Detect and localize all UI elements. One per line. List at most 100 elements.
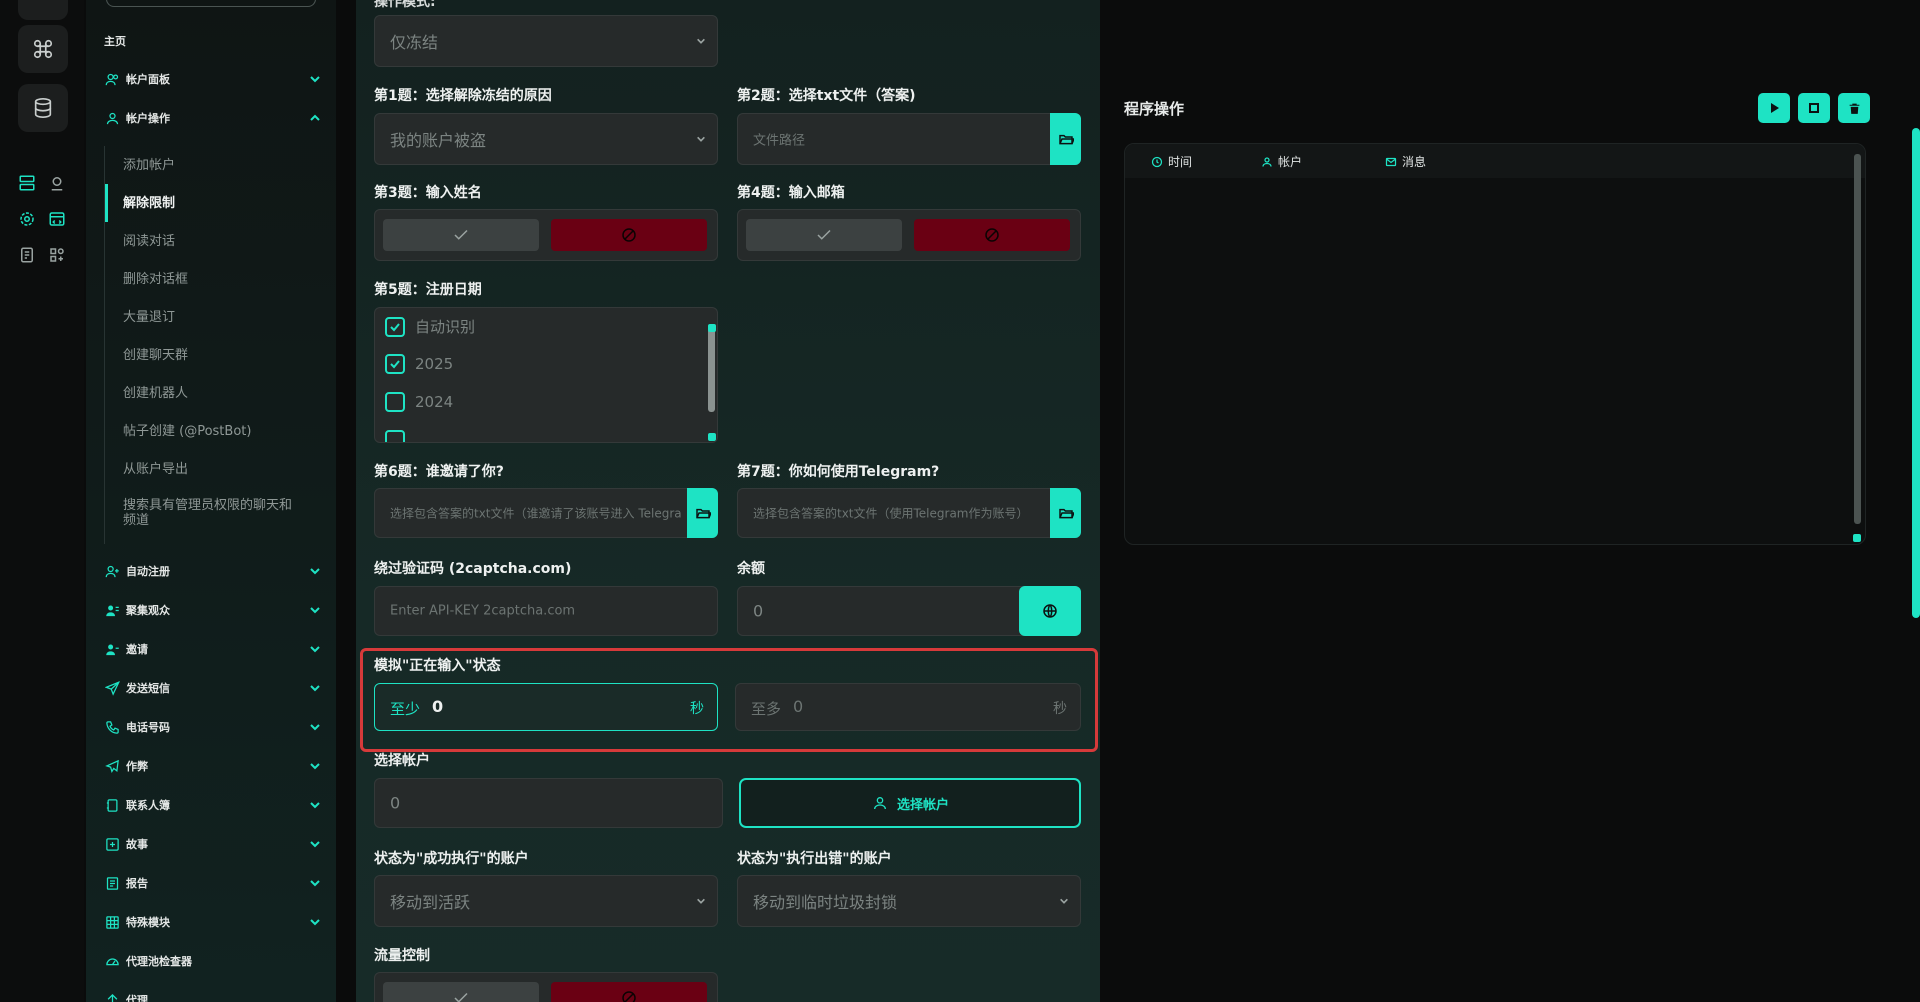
folder-open-icon[interactable] xyxy=(1050,113,1081,165)
sidebar-item-delete-dialogs[interactable]: 删除对话框 xyxy=(123,272,303,287)
select-accounts-button[interactable]: 选择帐户 xyxy=(739,778,1081,828)
q6-file-field[interactable]: 选择包含答案的txt文件（谁邀请了该账号进入 Telegram） xyxy=(374,488,718,538)
trash-icon[interactable] xyxy=(1838,93,1870,123)
q4-enable-button[interactable] xyxy=(746,219,902,251)
server-icon[interactable] xyxy=(16,172,38,194)
q5-option-2025[interactable]: 2025 xyxy=(385,354,453,374)
sidebar-group-label: 聚集观众 xyxy=(126,604,170,617)
sidebar-item-read-dialogs[interactable]: 阅读对话 xyxy=(123,234,303,249)
form-top-label-cut: 操作模式: xyxy=(374,0,436,10)
sidebar-group-phone[interactable]: 电话号码 xyxy=(104,714,322,740)
proxy-icon xyxy=(104,992,120,1002)
captcha-placeholder: Enter API-KEY 2captcha.com xyxy=(390,603,576,619)
chevron-down-icon xyxy=(695,133,707,145)
q4-disable-button[interactable] xyxy=(914,219,1070,251)
success-action-select[interactable]: 移动到活跃 xyxy=(374,875,718,927)
sidebar-group-gather[interactable]: 聚集观众 xyxy=(104,597,322,623)
log-scrollbar-thumb[interactable] xyxy=(1854,154,1861,524)
icon-rail xyxy=(0,0,84,1002)
q4-label: 第4题：输入邮箱 xyxy=(737,185,845,201)
sidebar-group-auto-register[interactable]: 自动注册 xyxy=(104,558,322,584)
notes-icon[interactable] xyxy=(16,244,38,266)
user-invite-icon xyxy=(104,641,120,657)
q7-label: 第7题：你如何使用Telegram? xyxy=(737,464,940,480)
sidebar-group-send-sms[interactable]: 发送短信 xyxy=(104,675,322,701)
chevron-down-icon xyxy=(308,915,322,929)
users-icon xyxy=(104,71,120,87)
settings-icon[interactable] xyxy=(16,208,38,230)
log-panel: 程序操作 时间 帐户 消息 xyxy=(1100,0,1920,1002)
contacts-book-icon xyxy=(104,797,120,813)
checkbox-checked-icon xyxy=(385,354,405,374)
chevron-down-icon xyxy=(308,720,322,734)
sidebar-group-story[interactable]: 故事 xyxy=(104,831,322,857)
sidebar-home[interactable]: 主页 xyxy=(104,28,322,54)
gauge-icon xyxy=(104,953,120,969)
sidebar-group-account-ops[interactable]: 帐户操作 xyxy=(104,105,322,131)
sidebar: 主页 帐户面板 帐户操作 添加帐户 解除限制 阅读对话 删除对话框 大量退订 创… xyxy=(86,0,336,1002)
sidebar-item-create-bot[interactable]: 创建机器人 xyxy=(123,386,303,401)
q5-option-next[interactable] xyxy=(385,430,415,442)
sidebar-group-account-panel[interactable]: 帐户面板 xyxy=(104,66,322,92)
q3-disable-button[interactable] xyxy=(551,219,707,251)
folder-open-icon[interactable] xyxy=(687,488,718,538)
sidebar-item-create-group[interactable]: 创建聊天群 xyxy=(123,348,303,363)
play-icon[interactable] xyxy=(1758,93,1790,123)
sidebar-group-label: 联系人簿 xyxy=(126,799,170,812)
captcha-api-key-input[interactable]: Enter API-KEY 2captcha.com xyxy=(374,586,718,636)
sidebar-group-contacts[interactable]: 联系人簿 xyxy=(104,792,322,818)
log-column-label: 帐户 xyxy=(1278,155,1303,169)
q5-option-auto[interactable]: 自动识别 xyxy=(385,316,475,337)
rail-top-button[interactable] xyxy=(18,0,68,20)
globe-icon[interactable] xyxy=(1019,586,1081,636)
q5-option-2024[interactable]: 2024 xyxy=(385,392,453,412)
database-icon[interactable] xyxy=(18,84,68,132)
select-accounts-label: 选择帐户 xyxy=(896,797,949,813)
error-action-select[interactable]: 移动到临时垃圾封锁 xyxy=(737,875,1081,927)
resize-handle-icon[interactable] xyxy=(708,433,716,441)
sidebar-item-add-account[interactable]: 添加帐户 xyxy=(123,158,303,173)
sidebar-item-search-admin[interactable]: 搜索具有管理员权限的聊天和频道 xyxy=(123,498,303,528)
mode-select[interactable]: 仅冻结 xyxy=(374,15,718,67)
shapes-icon[interactable] xyxy=(46,244,68,266)
traffic-disable-button[interactable] xyxy=(551,982,707,1002)
sidebar-group-proxy-checker[interactable]: 代理池检查器 xyxy=(104,948,322,974)
sidebar-group-label: 电话号码 xyxy=(126,721,170,734)
log-panel-title: 程序操作 xyxy=(1124,100,1185,118)
page-scrollbar-thumb[interactable] xyxy=(1912,128,1920,618)
traffic-enable-button[interactable] xyxy=(383,982,539,1002)
sidebar-group-proxy[interactable]: 代理 xyxy=(104,987,322,1002)
q5-option-label: 2025 xyxy=(415,355,454,373)
location-icon[interactable] xyxy=(46,172,68,194)
q3-enable-button[interactable] xyxy=(383,219,539,251)
sidebar-item-remove-restriction[interactable]: 解除限制 xyxy=(123,196,303,211)
log-table-header: 时间 帐户 消息 xyxy=(1125,144,1865,178)
q3-toggle-group xyxy=(374,209,718,261)
mail-icon xyxy=(1385,156,1397,168)
sidebar-home-label: 主页 xyxy=(104,35,126,48)
folder-open-icon[interactable] xyxy=(1050,488,1081,538)
q4-toggle-group xyxy=(737,209,1081,261)
resize-handle-icon[interactable] xyxy=(1853,534,1861,542)
q7-file-field[interactable]: 选择包含答案的txt文件（使用Telegram作为账号） xyxy=(737,488,1081,538)
sidebar-item-export[interactable]: 从账户导出 xyxy=(123,462,303,477)
q2-placeholder: 文件路径 xyxy=(753,133,806,149)
q2-file-field[interactable]: 文件路径 xyxy=(737,113,1081,165)
code-window-icon[interactable] xyxy=(46,208,68,230)
scrollbar-thumb[interactable] xyxy=(708,328,715,412)
sidebar-group-special-modules[interactable]: 特殊模块 xyxy=(104,909,322,935)
log-column-label: 消息 xyxy=(1402,155,1427,169)
chevron-down-icon xyxy=(308,72,322,86)
scroll-up-icon[interactable] xyxy=(708,324,716,332)
sidebar-group-cheat[interactable]: 作弊 xyxy=(104,753,322,779)
q6-placeholder: 选择包含答案的txt文件（谁邀请了该账号进入 Telegram） xyxy=(390,506,681,521)
user-plus-icon xyxy=(104,563,120,579)
sidebar-item-mass-unsubscribe[interactable]: 大量退订 xyxy=(123,310,303,325)
sidebar-group-report[interactable]: 报告 xyxy=(104,870,322,896)
sidebar-group-invite[interactable]: 邀请 xyxy=(104,636,322,662)
command-icon[interactable] xyxy=(18,25,68,73)
sidebar-item-postbot[interactable]: 帖子创建 (@PostBot) xyxy=(123,424,303,439)
q1-select[interactable]: 我的账户被盗 xyxy=(374,113,718,165)
sidebar-search-box[interactable] xyxy=(106,0,316,7)
stop-icon[interactable] xyxy=(1798,93,1830,123)
